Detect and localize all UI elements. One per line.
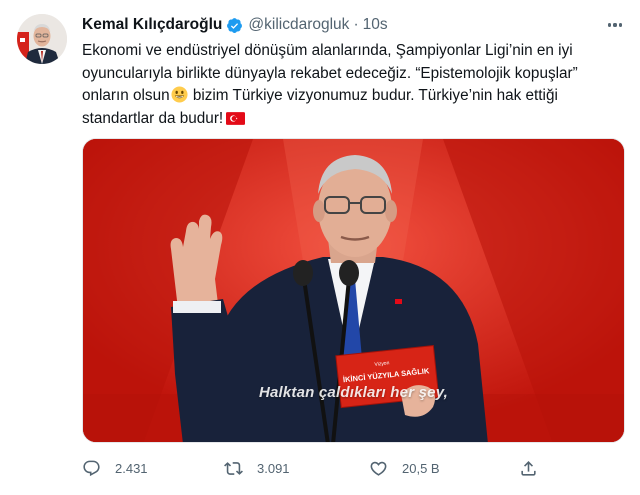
smiling-face-emoji <box>171 86 188 103</box>
like-count: 20,5 B <box>402 460 440 476</box>
tweet-text-segment: onların olsun <box>82 87 170 104</box>
separator-dot: · <box>353 16 359 33</box>
reply-count: 2.431 <box>115 460 148 476</box>
retweet-count: 3.091 <box>257 460 290 476</box>
like-button[interactable]: 20,5 B <box>369 456 440 480</box>
verified-badge-icon <box>227 17 243 33</box>
avatar[interactable] <box>17 14 67 64</box>
tweet-text-line-3: onların olsun bizim Türkiye vizyonumuz b… <box>82 85 622 108</box>
tweet-actions: 2.431 3.091 20,5 B <box>82 456 552 480</box>
retweet-button[interactable]: 3.091 <box>224 456 290 480</box>
tweet[interactable]: Kemal Kılıçdaroğlu @kilicdarogluk · 10s … <box>0 0 640 495</box>
avatar-image <box>17 14 67 64</box>
tweet-text-segment: bizim Türkiye vizyonumuz budur. Türkiye’… <box>192 87 558 104</box>
tweet-text-segment: standartlar da budur! <box>82 109 224 127</box>
video-caption: Halktan çaldıkları her şey, <box>258 384 449 401</box>
tweet-text-line-5: standartlar da budur! <box>82 108 622 131</box>
tweet-text-line: oyuncularıyla birlikte dünyayla rekabet … <box>82 64 578 82</box>
timestamp[interactable]: 10s <box>363 16 388 34</box>
author-handle[interactable]: @kilicdarogluk <box>248 16 349 34</box>
share-icon <box>521 460 536 476</box>
tweet-text: Ekonomi ve endüstriyel dönüşüm alanların… <box>82 40 622 130</box>
heart-icon <box>370 461 387 476</box>
retweet-icon <box>224 461 243 475</box>
reply-button[interactable]: 2.431 <box>82 456 148 480</box>
tweet-video[interactable]: Vizyon İKİNCİ YÜZYILA SAĞLIK Halktan çal… <box>82 138 625 443</box>
share-button[interactable] <box>519 456 538 480</box>
tweet-text-line: Ekonomi ve endüstriyel dönüşüm alanların… <box>82 42 573 59</box>
tweet-header: Kemal Kılıçdaroğlu @kilicdarogluk · 10s <box>82 14 388 36</box>
reply-icon <box>83 460 100 476</box>
turkey-flag-emoji <box>226 111 246 125</box>
more-options-icon[interactable] <box>604 15 626 35</box>
author-name[interactable]: Kemal Kılıçdaroğlu <box>82 16 222 34</box>
